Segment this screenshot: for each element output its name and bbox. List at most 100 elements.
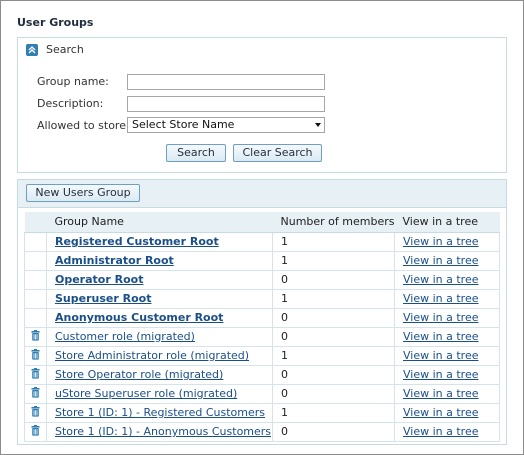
view-tree-cell: View in a tree [394,250,500,271]
header-view-tree[interactable]: View in a tree [394,212,500,233]
group-name-link[interactable]: uStore Superuser role (migrated) [55,387,237,400]
search-panel: Search Group name: Description: Allowed … [17,37,507,173]
table-row: Store Operator role (migrated) 0 View in a… [24,364,500,385]
view-tree-cell: View in a tree [394,269,500,290]
table-row: Superuser Root 1 View in a tree [24,288,500,309]
table-row: Registered Customer Root 1 View in a tree [24,231,500,252]
row-icon-cell [24,364,47,385]
row-icon-cell [24,288,47,309]
group-name-link[interactable]: Store 1 (ID: 1) - Anonymous Customers [55,425,271,438]
view-tree-cell: View in a tree [394,326,500,347]
view-in-tree-link[interactable]: View in a tree [403,349,479,362]
trash-icon[interactable] [31,386,40,401]
group-name-cell: Operator Root [46,269,273,290]
view-in-tree-link[interactable]: View in a tree [403,330,479,343]
search-title: Search [46,43,84,56]
member-count-cell: 0 [272,269,395,290]
row-icon-cell [24,383,47,404]
group-name-link[interactable]: Store 1 (ID: 1) - Registered Customers [55,406,265,419]
group-name-cell: Store Operator role (migrated) [46,364,273,385]
view-in-tree-link[interactable]: View in a tree [403,292,479,305]
group-name-cell: Superuser Root [46,288,273,309]
trash-icon[interactable] [31,424,40,439]
header-group-name[interactable]: Group Name [46,212,273,233]
header-members[interactable]: Number of members [272,212,395,233]
group-name-link[interactable]: Anonymous Customer Root [55,311,223,324]
window-frame: User Groups Search Group name: Descripti… [0,0,524,455]
group-name-cell: Store Administrator role (migrated) [46,345,273,366]
store-select[interactable]: Select Store Name [127,117,325,133]
group-name-cell: Registered Customer Root [46,231,273,252]
new-users-group-button[interactable]: New Users Group [26,184,140,202]
store-select-value: Select Store Name [132,118,235,131]
header-icon-col [24,212,47,233]
table-row: Store 1 (ID: 1) - Registered Customers 1 V… [24,402,500,423]
view-in-tree-link[interactable]: View in a tree [403,387,479,400]
page-title: User Groups [17,16,94,29]
view-tree-cell: View in a tree [394,383,500,404]
row-icon-cell [24,307,47,328]
table-row: uStore Superuser role (migrated) 0 View in… [24,383,500,404]
group-name-link[interactable]: Superuser Root [55,292,151,305]
search-button[interactable]: Search [166,144,226,162]
clear-search-button[interactable]: Clear Search [233,144,322,162]
groups-table: Group Name Number of members View in a t… [24,212,500,442]
table-row: Store Administrator role (migrated) 1 View… [24,345,500,366]
group-name-cell: Customer role (migrated) [46,326,273,347]
table-row: Customer role (migrated) 0 View in a tree [24,326,500,347]
trash-icon[interactable] [31,405,40,420]
member-count-cell: 1 [272,345,395,366]
member-count-cell: 1 [272,250,395,271]
chevron-up-icon[interactable] [26,43,38,56]
trash-icon[interactable] [31,367,40,382]
table-header-row: Group Name Number of members View in a t… [24,212,500,233]
group-name-cell: Store 1 (ID: 1) - Anonymous Customers [46,421,273,442]
table-row: Anonymous Customer Root 0 View in a tree [24,307,500,328]
view-tree-cell: View in a tree [394,307,500,328]
group-name-link[interactable]: Store Administrator role (migrated) [55,349,249,362]
member-count-cell: 0 [272,383,395,404]
group-name-input[interactable] [127,74,325,90]
view-tree-cell: View in a tree [394,345,500,366]
member-count-cell: 0 [272,421,395,442]
member-count-cell: 0 [272,326,395,347]
trash-icon[interactable] [31,329,40,344]
description-input[interactable] [127,96,325,112]
group-name-cell: uStore Superuser role (migrated) [46,383,273,404]
view-in-tree-link[interactable]: View in a tree [403,254,479,267]
view-tree-cell: View in a tree [394,231,500,252]
row-icon-cell [24,269,47,290]
group-name-link[interactable]: Registered Customer Root [55,235,219,248]
group-name-link[interactable]: Administrator Root [55,254,174,267]
group-name-link[interactable]: Store Operator role (migrated) [55,368,223,381]
view-in-tree-link[interactable]: View in a tree [403,273,479,286]
view-tree-cell: View in a tree [394,364,500,385]
view-tree-cell: View in a tree [394,402,500,423]
view-in-tree-link[interactable]: View in a tree [403,368,479,381]
member-count-cell: 0 [272,307,395,328]
view-tree-cell: View in a tree [394,421,500,442]
table-row: Operator Root 0 View in a tree [24,269,500,290]
row-icon-cell [24,421,47,442]
group-name-link[interactable]: Operator Root [55,273,143,286]
group-name-cell: Anonymous Customer Root [46,307,273,328]
table-row: Administrator Root 1 View in a tree [24,250,500,271]
group-name-cell: Administrator Root [46,250,273,271]
store-label: Allowed to store: [37,119,130,132]
member-count-cell: 0 [272,364,395,385]
member-count-cell: 1 [272,402,395,423]
table-row: Store 1 (ID: 1) - Anonymous Customers 0 Vi… [24,421,500,442]
groups-table-body: Registered Customer Root 1 View in a tree A… [24,231,500,442]
view-in-tree-link[interactable]: View in a tree [403,425,479,438]
search-header[interactable]: Search [26,43,84,56]
description-label: Description: [37,97,104,110]
view-in-tree-link[interactable]: View in a tree [403,406,479,419]
dropdown-arrow-icon [315,123,321,127]
view-in-tree-link[interactable]: View in a tree [403,235,479,248]
group-name-cell: Store 1 (ID: 1) - Registered Customers [46,402,273,423]
trash-icon[interactable] [31,348,40,363]
row-icon-cell [24,326,47,347]
member-count-cell: 1 [272,231,395,252]
group-name-link[interactable]: Customer role (migrated) [55,330,195,343]
view-in-tree-link[interactable]: View in a tree [403,311,479,324]
